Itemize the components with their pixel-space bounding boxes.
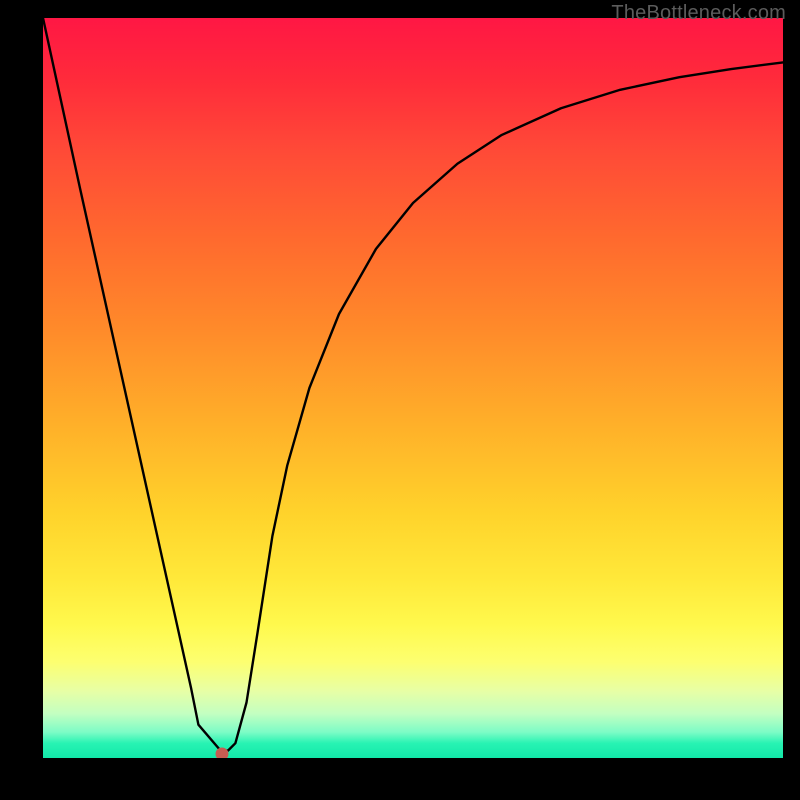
chart-frame: TheBottleneck.com: [0, 0, 800, 800]
bottleneck-marker: [216, 748, 229, 758]
watermark-text: TheBottleneck.com: [611, 2, 786, 25]
curve-line: [43, 18, 783, 758]
plot-area: [43, 18, 783, 758]
